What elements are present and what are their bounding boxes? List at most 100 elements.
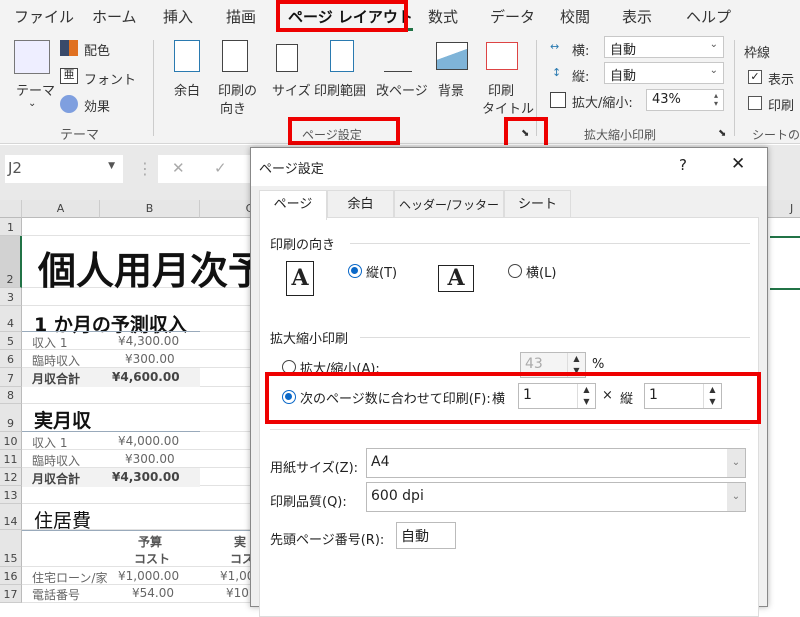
print-titles-button[interactable]: 印刷 bbox=[488, 80, 514, 99]
section-heading[interactable]: 住居費 bbox=[34, 506, 91, 533]
row-header-16[interactable]: 16 bbox=[0, 567, 22, 585]
cell[interactable]: ¥300.00 bbox=[125, 452, 175, 466]
row-header-14[interactable]: 14 bbox=[0, 504, 22, 530]
tab-page[interactable]: ページ bbox=[259, 190, 327, 220]
heading-underline bbox=[22, 331, 200, 332]
row-header-5[interactable]: 5 bbox=[0, 332, 22, 350]
row-header-3[interactable]: 3 bbox=[0, 288, 22, 306]
cell[interactable]: ¥4,600.00 bbox=[112, 370, 180, 384]
row-header-15[interactable]: 15 bbox=[0, 530, 22, 567]
width-dropdown[interactable]: 自動⌄ bbox=[604, 36, 724, 58]
cell[interactable]: 電話番号 bbox=[32, 586, 80, 603]
column-header-b[interactable]: B bbox=[100, 200, 200, 218]
first-page-number-input[interactable]: 自動 bbox=[396, 522, 456, 549]
breaks-button[interactable]: 改ページ bbox=[376, 80, 428, 99]
tab-insert[interactable]: 挿入 bbox=[163, 6, 193, 27]
tab-help[interactable]: ヘルプ bbox=[686, 6, 731, 27]
tab-view[interactable]: 表示 bbox=[622, 6, 652, 27]
height-dropdown[interactable]: 自動⌄ bbox=[604, 62, 724, 84]
heading-underline bbox=[22, 431, 200, 432]
row-header-2[interactable]: 2 bbox=[0, 236, 22, 288]
select-all-button[interactable] bbox=[0, 200, 22, 218]
cell[interactable]: 予算 bbox=[138, 533, 162, 550]
margins-button[interactable]: 余白 bbox=[174, 80, 200, 99]
tab-margins[interactable]: 余白 bbox=[327, 190, 394, 218]
tab-review[interactable]: 校閲 bbox=[560, 6, 590, 27]
sheet-options-group-label: シートのオ bbox=[752, 126, 800, 143]
landscape-label[interactable]: 横(L) bbox=[526, 262, 556, 281]
cell[interactable]: 臨時収入 bbox=[32, 452, 80, 469]
cell[interactable]: ¥54.00 bbox=[132, 586, 174, 600]
gridline bbox=[22, 235, 252, 236]
row-header-1[interactable]: 1 bbox=[0, 218, 22, 236]
breaks-icon bbox=[384, 40, 412, 72]
cancel-icon[interactable]: ✕ bbox=[172, 159, 185, 177]
cell[interactable]: ¥4,000.00 bbox=[118, 434, 179, 448]
gridlines-print-checkbox[interactable] bbox=[748, 96, 762, 110]
portrait-radio[interactable] bbox=[348, 264, 362, 278]
row-header-12[interactable]: 12 bbox=[0, 468, 22, 486]
gridlines-label: 枠線 bbox=[744, 42, 770, 61]
name-box-value: J2 bbox=[8, 159, 22, 177]
row-header-9[interactable]: 9 bbox=[0, 404, 22, 432]
row-header-8[interactable]: 8 bbox=[0, 387, 22, 404]
close-button[interactable]: ✕ bbox=[731, 154, 745, 174]
landscape-radio[interactable] bbox=[508, 264, 522, 278]
row-header-13[interactable]: 13 bbox=[0, 486, 22, 504]
portrait-page-icon: A bbox=[286, 261, 314, 296]
section-heading[interactable]: 1 か月の予測収入 bbox=[34, 310, 187, 337]
orientation-button[interactable]: 印刷の bbox=[218, 80, 257, 99]
enter-icon[interactable]: ✓ bbox=[214, 159, 227, 177]
column-header-a[interactable]: A bbox=[22, 200, 100, 218]
themes-group-label: テーマ bbox=[60, 124, 99, 143]
cell[interactable]: 月収合計 bbox=[32, 470, 80, 487]
row-header-17[interactable]: 17 bbox=[0, 585, 22, 603]
separator bbox=[153, 40, 154, 136]
effects-button[interactable]: 効果 bbox=[84, 96, 110, 115]
tab-formulas[interactable]: 数式 bbox=[428, 6, 458, 27]
cell[interactable]: 実 bbox=[234, 533, 246, 550]
row-header-7[interactable]: 7 bbox=[0, 368, 22, 387]
scale-spinner[interactable]: 43%▴▾ bbox=[646, 89, 724, 111]
tab-home[interactable]: ホーム bbox=[92, 6, 137, 27]
tab-file[interactable]: ファイル bbox=[14, 6, 74, 27]
background-button[interactable]: 背景 bbox=[438, 80, 464, 99]
tab-header-footer[interactable]: ヘッダー/フッター bbox=[394, 190, 504, 218]
cell[interactable]: 収入 1 bbox=[32, 434, 67, 451]
row-header-6[interactable]: 6 bbox=[0, 350, 22, 368]
print-quality-dropdown[interactable]: 600 dpi⌄ bbox=[366, 482, 746, 512]
cell[interactable]: ¥10 bbox=[226, 586, 249, 600]
scale-dialog-launcher-icon[interactable]: ⬊ bbox=[718, 128, 726, 139]
cell[interactable]: 収入 1 bbox=[32, 334, 67, 351]
separator bbox=[734, 40, 735, 136]
percent-label: % bbox=[592, 357, 604, 372]
cell[interactable]: ¥300.00 bbox=[125, 352, 175, 366]
name-box[interactable]: J2▼ bbox=[5, 155, 123, 183]
colors-button[interactable]: 配色 bbox=[84, 40, 110, 59]
cell[interactable]: 月収合計 bbox=[32, 370, 80, 387]
section-heading[interactable]: 実月収 bbox=[34, 406, 91, 433]
print-area-button[interactable]: 印刷範囲 bbox=[314, 80, 366, 99]
tab-data[interactable]: データ bbox=[490, 6, 535, 27]
help-button[interactable]: ? bbox=[679, 156, 687, 174]
tab-sheet[interactable]: シート bbox=[504, 190, 571, 218]
portrait-label[interactable]: 縦(T) bbox=[366, 262, 397, 281]
print-quality-label: 印刷品質(Q): bbox=[270, 491, 347, 510]
row-header-4[interactable]: 4 bbox=[0, 306, 22, 332]
cell[interactable]: ¥1,000.00 bbox=[118, 569, 179, 583]
fonts-button[interactable]: フォント bbox=[84, 69, 136, 88]
cell[interactable]: コスト bbox=[134, 550, 170, 567]
print-titles-icon bbox=[486, 42, 518, 70]
cell[interactable]: 臨時収入 bbox=[32, 352, 80, 369]
tab-draw[interactable]: 描画 bbox=[226, 6, 256, 27]
cell[interactable]: ¥4,300.00 bbox=[118, 334, 179, 348]
gridlines-view-checkbox[interactable]: ✓ bbox=[748, 70, 762, 84]
row-header-11[interactable]: 11 bbox=[0, 450, 22, 468]
column-header-j[interactable]: J bbox=[768, 200, 800, 218]
size-button[interactable]: サイズ bbox=[272, 80, 311, 99]
cell[interactable]: 住宅ローン/家 bbox=[32, 569, 107, 586]
row-header-10[interactable]: 10 bbox=[0, 432, 22, 450]
sheet-title[interactable]: 個人用月次予 bbox=[38, 240, 266, 295]
cell[interactable]: ¥4,300.00 bbox=[112, 470, 180, 484]
paper-size-dropdown[interactable]: A4⌄ bbox=[366, 448, 746, 478]
